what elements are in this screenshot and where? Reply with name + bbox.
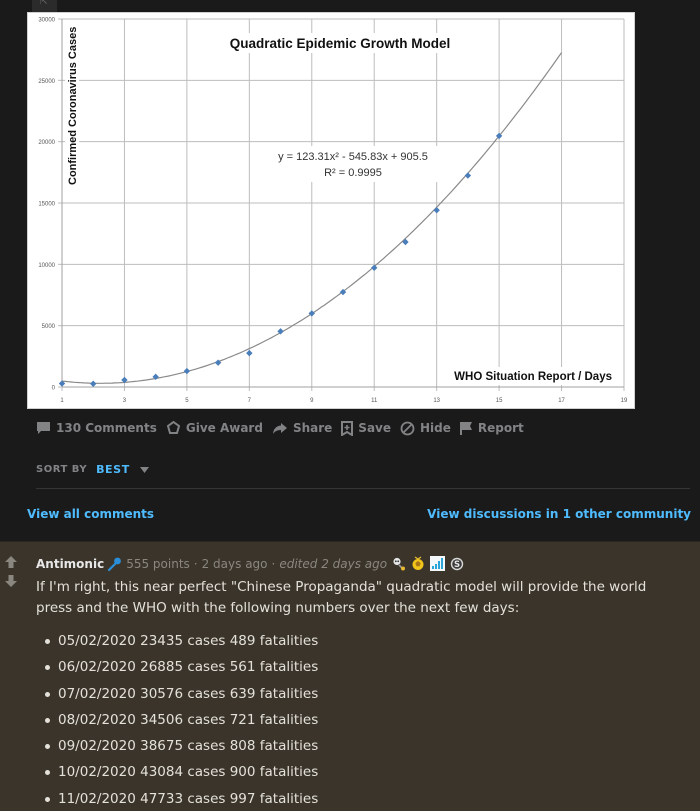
chart-svg: 050001000015000200002500030000 1 3 5 7 9 11 13… — [38, 18, 628, 405]
chart-grid — [58, 18, 625, 391]
y-tick-label: 15000 — [38, 202, 55, 208]
list-item: 10/02/2020 43084 cases 900 fatalities — [36, 759, 686, 785]
comments-label: 130 Comments — [56, 421, 157, 435]
hide-button[interactable]: Hide — [400, 421, 451, 436]
report-label: Report — [477, 421, 524, 435]
x-tick-labels: 1 3 5 7 9 11 13 15 17 19 — [60, 398, 628, 404]
comment-icon — [37, 422, 50, 434]
share-icon — [272, 422, 287, 434]
comments-button[interactable]: 130 Comments — [36, 421, 157, 435]
y-tick-labels: 0 5000 10000 15000 20000 25000 30000 — [38, 18, 55, 392]
skull-award-icon[interactable] — [392, 557, 406, 571]
y-tick-label: 25000 — [38, 79, 55, 85]
sort-by-label: SORT BY — [36, 464, 88, 475]
comment: Antimonic 555 points · 2 days ago · edit… — [0, 541, 700, 811]
data-point — [90, 380, 97, 387]
comment-meta: Antimonic 555 points · 2 days ago · edit… — [36, 556, 464, 571]
comment-time: 2 days ago — [201, 556, 268, 571]
y-tick-label: 0 — [52, 386, 56, 392]
give-award-button[interactable]: Give Award — [166, 420, 263, 436]
share-label: Share — [292, 421, 333, 435]
downvote-icon[interactable] — [4, 574, 18, 588]
separator: · — [193, 556, 198, 571]
trendline-r2: R² = 0.9995 — [324, 167, 382, 179]
data-point — [246, 349, 253, 357]
award-icon — [166, 420, 181, 434]
share-button[interactable]: Share — [272, 421, 332, 435]
post-image-chart[interactable]: 0 5000 10000 15000 20000 25000 30000 1 3 5 7 9 11 13… — [27, 12, 635, 409]
list-item: 07/02/2020 30576 cases 639 fatalities — [36, 681, 686, 707]
comment-edited: edited 2 days ago — [279, 556, 388, 571]
prediction-list: 05/02/2020 23435 cases 489 fatalities 06/… — [36, 628, 686, 811]
list-item: 08/02/2020 34506 cases 721 fatalities — [36, 707, 686, 733]
vote-controls — [4, 555, 20, 593]
chart-title: Quadratic Epidemic Growth Model — [230, 36, 451, 51]
x-tick-label: 11 — [371, 398, 378, 404]
save-label: Save — [358, 421, 391, 435]
x-tick-label: 17 — [558, 398, 565, 404]
image-expand-tab[interactable]: ⇱ — [32, 0, 57, 12]
x-tick-label: 1 — [60, 398, 64, 404]
data-point — [433, 207, 440, 214]
report-button[interactable]: Report — [459, 421, 524, 435]
x-axis-label: WHO Situation Report / Days — [454, 371, 612, 383]
y-tick-label: 10000 — [38, 263, 55, 269]
data-point — [371, 264, 378, 271]
hide-label: Hide — [420, 421, 451, 435]
data-point — [464, 172, 472, 179]
comment-points: 555 points — [126, 556, 190, 571]
hide-icon — [400, 421, 415, 435]
silver-award-icon[interactable]: S — [450, 557, 464, 571]
comment-text: If I'm right, this near perfect "Chinese… — [36, 579, 647, 616]
chevron-down-icon[interactable] — [139, 466, 149, 473]
flag-icon — [459, 422, 472, 435]
x-tick-label: 7 — [248, 398, 252, 404]
x-tick-label: 13 — [433, 398, 440, 404]
list-item: 06/02/2020 26885 cases 561 fatalities — [36, 654, 686, 680]
list-item: 09/02/2020 38675 cases 808 fatalities — [36, 733, 686, 759]
comment-author[interactable]: Antimonic — [36, 557, 104, 571]
sort-control[interactable]: SORT BY BEST — [36, 463, 149, 476]
view-all-comments-link[interactable]: View all comments — [27, 507, 154, 521]
microphone-flair-icon — [107, 557, 122, 571]
y-tick-label: 5000 — [42, 324, 56, 330]
upvote-icon[interactable] — [4, 555, 18, 569]
signal-award-icon[interactable] — [430, 556, 446, 571]
data-point — [183, 367, 191, 375]
comment-body: If I'm right, this near perfect "Chinese… — [36, 577, 686, 811]
divider — [36, 488, 690, 489]
y-tick-label: 20000 — [38, 140, 55, 146]
y-tick-label: 30000 — [38, 18, 55, 24]
sort-value[interactable]: BEST — [96, 463, 130, 476]
comment-links: View all comments View discussions in 1 … — [27, 507, 691, 521]
post-actions-bar: 130 Comments Give Award Share Save Hide … — [36, 417, 533, 439]
bookmark-icon — [341, 420, 354, 436]
view-other-discussions-link[interactable]: View discussions in 1 other community — [427, 507, 691, 521]
list-item: 11/02/2020 47733 cases 997 fatalities — [36, 786, 686, 811]
x-tick-label: 19 — [621, 398, 628, 404]
x-tick-label: 9 — [310, 398, 314, 404]
save-button[interactable]: Save — [341, 420, 391, 436]
gold-award-icon[interactable] — [411, 556, 425, 571]
x-tick-label: 5 — [185, 398, 189, 404]
give-award-label: Give Award — [185, 421, 263, 435]
x-tick-label: 15 — [496, 398, 503, 404]
y-axis-label: Confirmed Coronavirus Cases — [67, 27, 79, 185]
list-item: 05/02/2020 23435 cases 489 fatalities — [36, 628, 686, 654]
expand-icon: ⇱ — [40, 0, 48, 7]
separator: · — [271, 556, 276, 571]
trendline-equation: y = 123.31x² - 545.83x + 905.5 — [278, 151, 428, 163]
x-tick-label: 3 — [123, 398, 127, 404]
svg-text:S: S — [454, 560, 460, 570]
